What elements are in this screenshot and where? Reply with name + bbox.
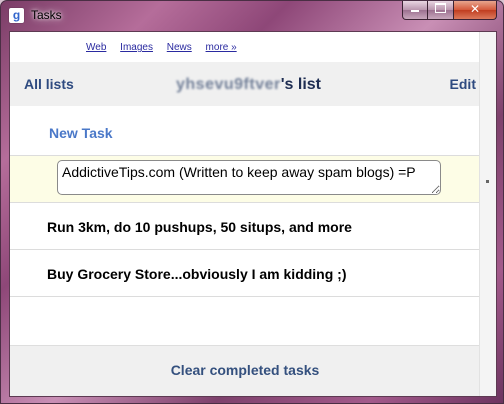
task-text: Buy Grocery Store...obviously I am kiddi…: [47, 266, 347, 282]
close-button[interactable]: ✕: [454, 1, 497, 20]
task-row-empty[interactable]: [10, 296, 480, 346]
task-text: Run 3km, do 10 pushups, 50 situps, and m…: [47, 219, 352, 235]
window-frame: g Tasks ✕ Web Images News more » All lis…: [0, 0, 504, 404]
clear-completed-button[interactable]: Clear completed tasks: [10, 362, 480, 378]
tasks-content: Web Images News more » All lists yhsevu9…: [10, 32, 480, 396]
task-row-editing[interactable]: AddictiveTips.com (Written to keep away …: [10, 155, 480, 202]
nav-link-more[interactable]: more »: [206, 42, 237, 53]
list-title-suffix: 's list: [280, 76, 321, 93]
nav-link-news[interactable]: News: [167, 42, 192, 53]
nav-link-images[interactable]: Images: [120, 42, 153, 53]
tasks-panel: Web Images News more » All lists yhsevu9…: [9, 31, 497, 397]
list-owner-obscured: yhsevu9ftver: [176, 76, 281, 93]
window-title: Tasks: [31, 8, 62, 22]
maximize-button[interactable]: [428, 1, 454, 20]
google-g-icon: g: [9, 8, 24, 23]
all-lists-link[interactable]: All lists: [24, 76, 74, 92]
task-row[interactable]: Buy Grocery Store...obviously I am kiddi…: [10, 249, 480, 296]
new-task-button[interactable]: New Task: [49, 125, 113, 141]
minimize-icon: [411, 10, 419, 13]
close-icon: ✕: [469, 2, 481, 16]
window-controls: ✕: [402, 1, 497, 20]
list-title: yhsevu9ftver's list: [176, 76, 321, 94]
maximize-icon: [435, 3, 446, 14]
nav-link-web[interactable]: Web: [86, 42, 106, 53]
minimize-button[interactable]: [402, 1, 428, 20]
task-row[interactable]: Run 3km, do 10 pushups, 50 situps, and m…: [10, 202, 480, 249]
list-header: All lists yhsevu9ftver's list Edit: [10, 62, 480, 106]
footer: Clear completed tasks: [10, 345, 480, 396]
top-nav: Web Images News more »: [86, 42, 248, 53]
edit-link[interactable]: Edit: [450, 76, 476, 92]
scrollbar[interactable]: [479, 32, 496, 396]
task-edit-field[interactable]: AddictiveTips.com (Written to keep away …: [57, 160, 441, 195]
scroll-grip-icon: [486, 180, 489, 183]
title-bar[interactable]: g Tasks ✕: [1, 1, 503, 31]
